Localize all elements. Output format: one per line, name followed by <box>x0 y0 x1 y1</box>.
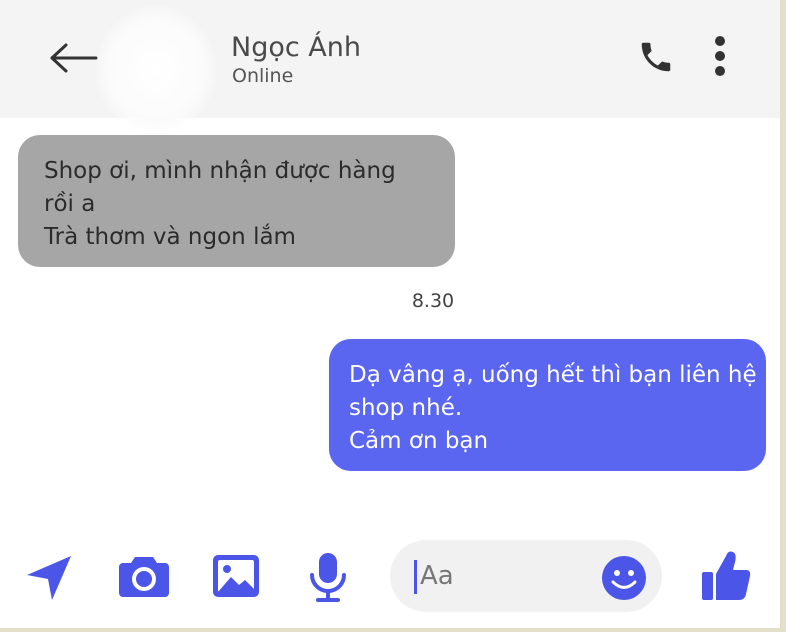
message-line: Dạ vâng ạ, uống hết thì bạn liên hệ <box>349 362 757 388</box>
more-vertical-icon[interactable] <box>708 34 732 78</box>
app-frame: Ngọc Ánh Online Shop ơi, mình nhận được … <box>0 0 786 632</box>
message-line: Cảm ơn bạn <box>349 428 489 454</box>
back-arrow-icon[interactable] <box>48 40 100 76</box>
incoming-message-bubble[interactable]: Shop ơi, mình nhận được hàng rồi a Trà t… <box>18 135 455 267</box>
message-timestamp: 8.30 <box>411 290 455 312</box>
contact-name: Ngọc Ánh <box>231 32 361 63</box>
microphone-icon[interactable] <box>306 551 350 603</box>
outgoing-message-bubble[interactable]: Dạ vâng ạ, uống hết thì bạn liên hệ shop… <box>329 339 766 471</box>
send-location-icon[interactable] <box>24 553 74 603</box>
avatar[interactable] <box>96 6 216 134</box>
contact-status: Online <box>232 65 294 87</box>
thumbs-up-icon[interactable] <box>700 548 752 602</box>
camera-icon[interactable] <box>118 553 170 599</box>
emoji-icon[interactable] <box>600 554 648 602</box>
message-line: rồi a <box>44 191 96 217</box>
image-icon[interactable] <box>211 553 261 599</box>
message-line: Shop ơi, mình nhận được hàng <box>44 158 396 184</box>
chat-header: Ngọc Ánh Online <box>0 0 780 134</box>
text-caret <box>414 560 417 594</box>
message-line: Trà thơm và ngon lắm <box>44 224 296 250</box>
message-line: shop nhé. <box>349 395 463 421</box>
phone-icon[interactable] <box>637 38 675 76</box>
message-input[interactable] <box>420 554 590 598</box>
message-composer[interactable] <box>390 540 662 612</box>
